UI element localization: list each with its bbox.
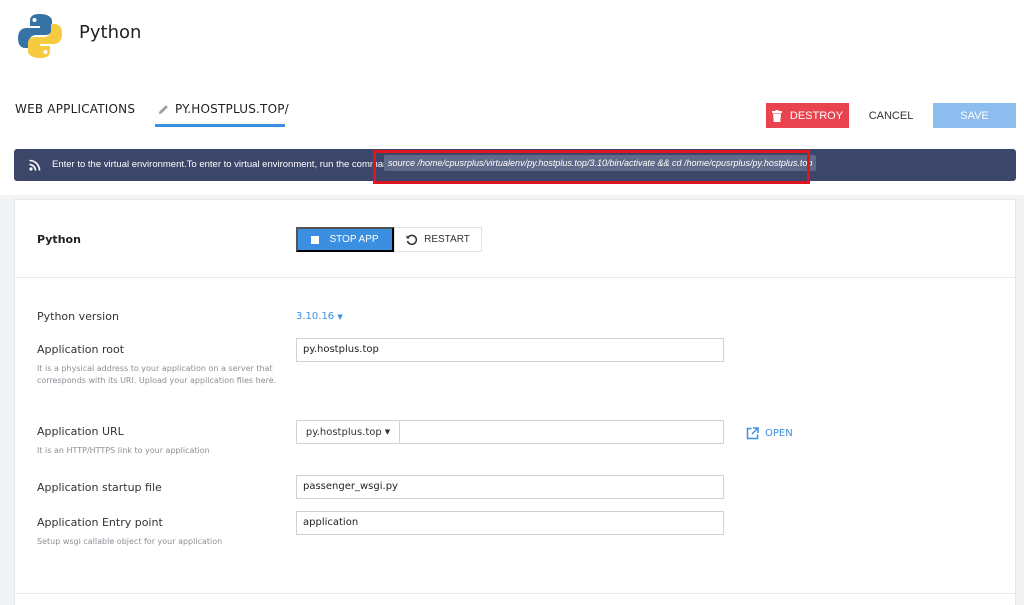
- python-logo-icon: [18, 14, 62, 58]
- open-link[interactable]: OPEN: [746, 427, 793, 440]
- destroy-label: DESTROY: [789, 109, 844, 122]
- command-highlight-box: [373, 150, 810, 184]
- external-link-icon: [746, 427, 759, 440]
- section-title: Python: [37, 233, 81, 246]
- breadcrumb-domain[interactable]: PY.HOSTPLUS.TOP/: [158, 102, 289, 116]
- breadcrumb-web-applications[interactable]: WEB APPLICATIONS: [15, 102, 135, 116]
- restart-icon: [406, 234, 418, 245]
- python-version-value: 3.10.16: [296, 311, 335, 322]
- trash-icon: [771, 109, 782, 122]
- caret-down-icon: ▼: [384, 428, 391, 436]
- startup-file-input[interactable]: passenger_wsgi.py: [296, 475, 724, 499]
- open-label: OPEN: [765, 428, 793, 439]
- destroy-button[interactable]: DESTROY: [766, 103, 849, 128]
- entry-point-label: Application Entry point: [37, 516, 163, 529]
- pencil-icon: [158, 104, 168, 114]
- app-root-help: It is a physical address to your applica…: [37, 364, 277, 385]
- application-panel: Python STOP APP RESTART Python version 3…: [14, 199, 1016, 605]
- breadcrumb-domain-label: PY.HOSTPLUS.TOP/: [175, 102, 289, 116]
- rss-icon: [29, 159, 41, 171]
- startup-file-label: Application startup file: [37, 481, 162, 494]
- caret-down-icon: ▼: [337, 313, 343, 321]
- restart-label: RESTART: [424, 234, 470, 245]
- python-version-label: Python version: [37, 310, 119, 323]
- app-url-label: Application URL: [37, 425, 124, 438]
- app-root-input[interactable]: py.hostplus.top: [296, 338, 724, 362]
- python-version-dropdown[interactable]: 3.10.16 ▼: [296, 311, 343, 322]
- stop-icon: [311, 235, 320, 244]
- notice-text: Enter to the virtual environment.To ente…: [52, 159, 397, 170]
- app-title: Python: [79, 22, 142, 43]
- active-tab-indicator: [155, 124, 285, 127]
- stop-app-label: STOP APP: [329, 234, 379, 245]
- entry-point-input[interactable]: application: [296, 511, 724, 535]
- panel-divider: [15, 277, 1015, 278]
- stop-app-button[interactable]: STOP APP: [296, 227, 394, 252]
- app-url-path-input[interactable]: [400, 420, 724, 444]
- app-url-domain-value: py.hostplus.top: [305, 426, 382, 438]
- cancel-button[interactable]: CANCEL: [849, 103, 933, 128]
- app-url-help: It is an HTTP/HTTPS link to your applica…: [37, 446, 210, 455]
- app-root-label: Application root: [37, 343, 125, 356]
- entry-point-help: Setup wsgi callable object for your appl…: [37, 537, 223, 546]
- restart-button[interactable]: RESTART: [394, 227, 482, 252]
- save-button[interactable]: SAVE: [933, 103, 1016, 128]
- app-url-domain-select[interactable]: py.hostplus.top ▼: [296, 420, 400, 444]
- panel-divider-bottom: [15, 593, 1015, 594]
